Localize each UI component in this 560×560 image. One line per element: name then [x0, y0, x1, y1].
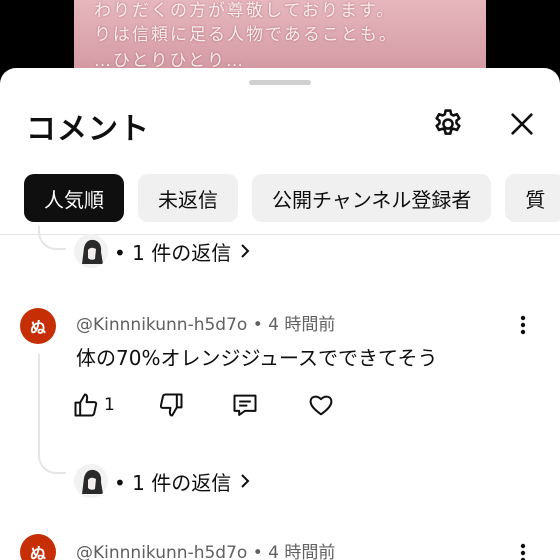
video-caption-line: わりだくの方が尊敬しております。: [94, 1, 396, 21]
replies-count-label: • 1 件の返信: [114, 240, 232, 265]
heart-icon: [309, 395, 333, 416]
dislike-button[interactable]: [157, 388, 185, 422]
comment-meta: @Kinnnikunn-h5d7o • 4 時間前: [76, 315, 336, 335]
avatar[interactable]: ぬ: [20, 308, 56, 344]
chevron-right-icon: [241, 244, 250, 258]
thread-line: [38, 354, 40, 454]
drag-handle[interactable]: [249, 80, 311, 85]
settings-button[interactable]: [426, 102, 470, 146]
more-options-button[interactable]: [510, 310, 536, 340]
comment-text: 体の70%オレンジジュースでできてそう: [76, 346, 438, 370]
more-options-button[interactable]: [510, 538, 536, 560]
like-count: 1: [104, 395, 115, 415]
thread-connector: [38, 450, 66, 474]
chevron-right-icon: [241, 474, 250, 488]
more-vert-icon: [520, 315, 526, 335]
replies-count-label: • 1 件の返信: [114, 470, 232, 495]
sort-chips: 人気順 未返信 公開チャンネル登録者 質: [24, 174, 560, 224]
comment-actions: 1: [72, 388, 335, 422]
comment-meta: @Kinnnikunn-h5d7o • 4 時間前: [76, 543, 336, 560]
view-replies-button[interactable]: • 1 件の返信: [74, 464, 253, 498]
chip-questions[interactable]: 質: [505, 174, 560, 222]
comments-sheet: コメント 人気順 未返信 公開チャンネル登録者 質 • 1 件の返信 ぬ @Ki…: [0, 68, 560, 560]
thumbs-up-icon: [74, 393, 98, 417]
chip-public-subscribers[interactable]: 公開チャンネル登録者: [252, 174, 492, 222]
thread-connector: [38, 226, 66, 250]
video-caption-line: りは信頼に足る人物であることも。: [94, 25, 398, 45]
reply-avatar: [74, 234, 108, 268]
gear-icon: [435, 109, 461, 135]
chip-unreplied[interactable]: 未返信: [138, 174, 238, 222]
close-icon: [511, 113, 533, 135]
reply-button[interactable]: [231, 388, 259, 422]
view-replies-button[interactable]: • 1 件の返信: [74, 234, 253, 268]
sheet-title: コメント: [26, 112, 150, 147]
avatar[interactable]: ぬ: [20, 534, 56, 560]
like-button[interactable]: 1: [72, 388, 115, 422]
chip-popular[interactable]: 人気順: [24, 174, 124, 222]
more-vert-icon: [520, 543, 526, 560]
reply-avatar: [74, 464, 108, 498]
thumbs-down-icon: [159, 393, 183, 417]
heart-button[interactable]: [307, 388, 335, 422]
comment-icon: [233, 394, 257, 416]
close-button[interactable]: [500, 102, 544, 146]
